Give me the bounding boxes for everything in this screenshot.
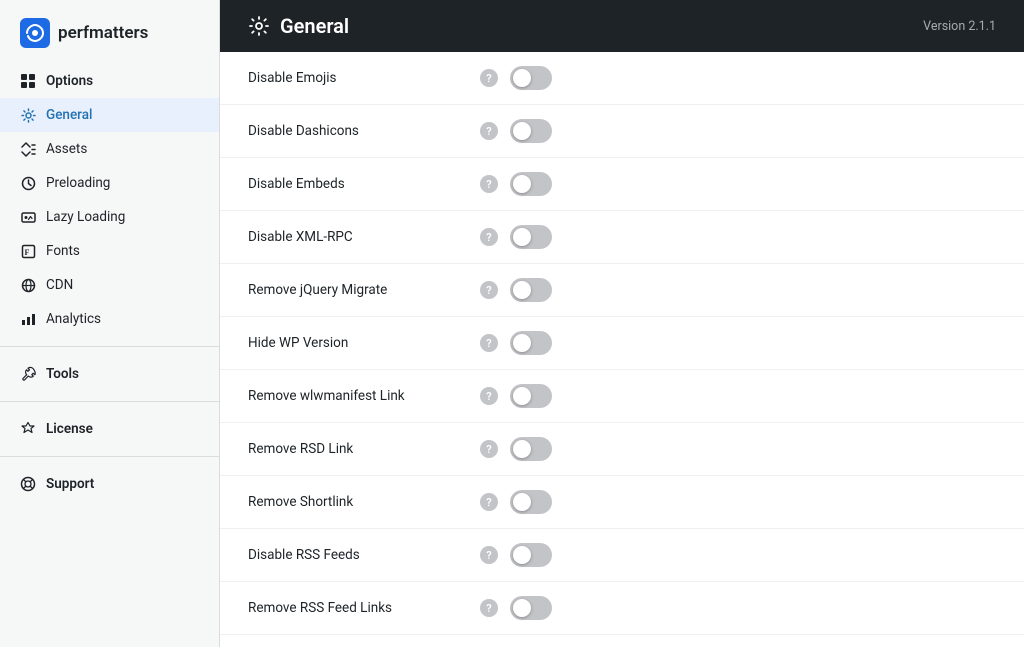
toggle-disable-emojis[interactable] [510,66,552,90]
settings-label-remove-rss-feed-links: Remove RSS Feed Links [248,600,468,616]
logo-text: perfmatters [58,23,148,43]
sidebar-item-analytics-label: Analytics [46,311,101,327]
help-icon-remove-rss-feed-links[interactable]: ? [480,599,498,617]
cdn-icon [20,277,36,293]
sidebar-item-general[interactable]: General [0,98,219,132]
toggle-disable-xmlrpc[interactable] [510,225,552,249]
lazy-loading-icon [20,209,36,225]
settings-row-disable-rss-feeds: Disable RSS Feeds? [220,529,1024,582]
settings-row-hide-wp-version: Hide WP Version? [220,317,1024,370]
main-content: General Version 2.1.1 Disable Emojis?Dis… [220,0,1024,647]
settings-label-disable-emojis: Disable Emojis [248,70,468,86]
sidebar: perfmatters Options General [0,0,220,647]
settings-label-remove-wlwmanifest: Remove wlwmanifest Link [248,388,468,404]
sidebar-item-lazy-loading[interactable]: Lazy Loading [0,200,219,234]
settings-label-disable-rss-feeds: Disable RSS Feeds [248,547,468,563]
fonts-icon: F [20,243,36,259]
help-icon-disable-embeds[interactable]: ? [480,175,498,193]
settings-row-disable-dashicons: Disable Dashicons? [220,105,1024,158]
help-icon-disable-rss-feeds[interactable]: ? [480,546,498,564]
settings-row-remove-rsd-link: Remove RSD Link? [220,423,1024,476]
help-icon-remove-wlwmanifest[interactable]: ? [480,387,498,405]
sidebar-item-assets-label: Assets [46,141,87,157]
settings-row-disable-emojis: Disable Emojis? [220,52,1024,105]
sidebar-item-assets[interactable]: Assets [0,132,219,166]
support-icon [20,476,36,492]
help-icon-disable-emojis[interactable]: ? [480,69,498,87]
grid-icon [20,73,36,89]
tools-icon [20,366,36,382]
toggle-disable-rss-feeds[interactable] [510,543,552,567]
settings-row-remove-rss-feed-links: Remove RSS Feed Links? [220,582,1024,635]
toggle-remove-rss-feed-links[interactable] [510,596,552,620]
toggle-remove-shortlink[interactable] [510,490,552,514]
settings-row-disable-embeds: Disable Embeds? [220,158,1024,211]
general-icon [20,107,36,123]
sidebar-divider-2 [0,401,219,402]
settings-row-disable-xmlrpc: Disable XML-RPC? [220,211,1024,264]
help-icon-remove-jquery-migrate[interactable]: ? [480,281,498,299]
settings-label-hide-wp-version: Hide WP Version [248,335,468,351]
settings-label-remove-rsd-link: Remove RSD Link [248,441,468,457]
settings-label-remove-shortlink: Remove Shortlink [248,494,468,510]
toggle-disable-dashicons[interactable] [510,119,552,143]
svg-text:F: F [24,248,29,257]
settings-label-disable-xmlrpc: Disable XML-RPC [248,229,468,245]
sidebar-item-preloading-label: Preloading [46,175,110,191]
sidebar-item-cdn[interactable]: CDN [0,268,219,302]
options-section-label: Options [0,64,219,98]
logo: perfmatters [0,0,219,64]
sidebar-item-general-label: General [46,107,92,123]
analytics-icon [20,311,36,327]
version-label: Version 2.1.1 [923,19,996,34]
settings-row-disable-self-pingbacks: Disable Self Pingbacks? [220,635,1024,647]
sidebar-item-tools[interactable]: Tools [0,357,219,391]
help-icon-disable-dashicons[interactable]: ? [480,122,498,140]
settings-panel: Disable Emojis?Disable Dashicons?Disable… [220,52,1024,647]
toggle-disable-embeds[interactable] [510,172,552,196]
settings-label-remove-jquery-migrate: Remove jQuery Migrate [248,282,468,298]
help-icon-remove-rsd-link[interactable]: ? [480,440,498,458]
sidebar-divider-1 [0,346,219,347]
toggle-hide-wp-version[interactable] [510,331,552,355]
main-header: General Version 2.1.1 [220,0,1024,52]
assets-icon [20,141,36,157]
sidebar-item-cdn-label: CDN [46,277,73,293]
sidebar-item-fonts-label: Fonts [46,243,80,259]
settings-row-remove-jquery-migrate: Remove jQuery Migrate? [220,264,1024,317]
sidebar-item-support[interactable]: Support [0,467,219,501]
main-header-title: General [248,14,349,38]
license-icon [20,421,36,437]
settings-label-disable-embeds: Disable Embeds [248,176,468,192]
help-icon-remove-shortlink[interactable]: ? [480,493,498,511]
sidebar-divider-3 [0,456,219,457]
sidebar-item-lazy-loading-label: Lazy Loading [46,209,125,225]
sidebar-item-preloading[interactable]: Preloading [0,166,219,200]
preloading-icon [20,175,36,191]
header-gear-icon [248,15,270,37]
settings-row-remove-wlwmanifest: Remove wlwmanifest Link? [220,370,1024,423]
settings-label-disable-dashicons: Disable Dashicons [248,123,468,139]
settings-row-remove-shortlink: Remove Shortlink? [220,476,1024,529]
toggle-remove-jquery-migrate[interactable] [510,278,552,302]
logo-icon [20,18,50,48]
toggle-remove-rsd-link[interactable] [510,437,552,461]
help-icon-disable-xmlrpc[interactable]: ? [480,228,498,246]
toggle-remove-wlwmanifest[interactable] [510,384,552,408]
sidebar-item-license[interactable]: License [0,412,219,446]
sidebar-item-fonts[interactable]: F Fonts [0,234,219,268]
help-icon-hide-wp-version[interactable]: ? [480,334,498,352]
sidebar-item-analytics[interactable]: Analytics [0,302,219,336]
